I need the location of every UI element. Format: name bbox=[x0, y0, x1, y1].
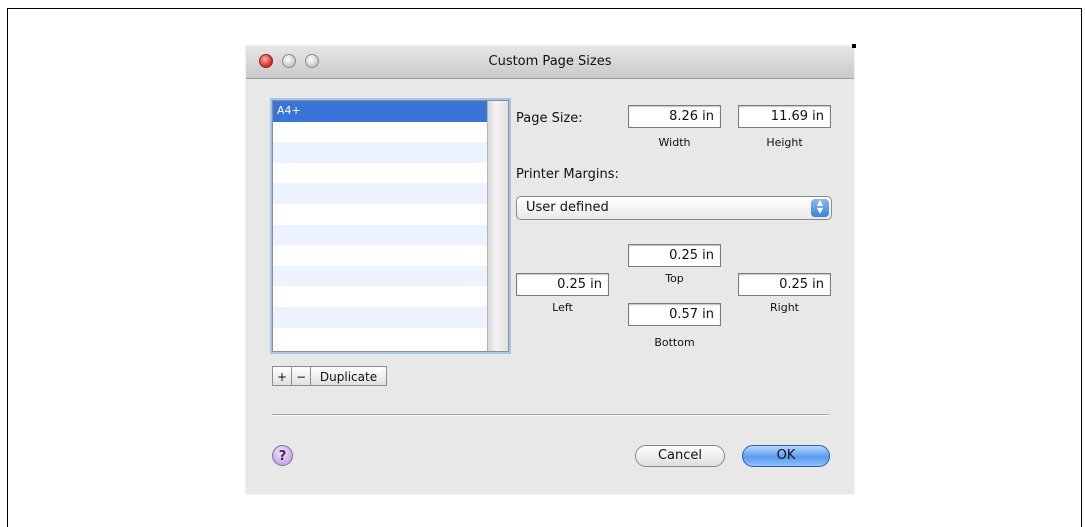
printer-margins-label: Printer Margins: bbox=[516, 167, 619, 182]
footer-divider bbox=[272, 414, 829, 416]
width-label: Width bbox=[658, 136, 691, 149]
list-item[interactable] bbox=[273, 245, 508, 266]
help-button[interactable]: ? bbox=[272, 445, 293, 466]
right-label: Right bbox=[770, 301, 799, 314]
custom-page-sizes-dialog: Custom Page Sizes A4+ + − Duplicate Page… bbox=[246, 44, 856, 494]
list-item[interactable] bbox=[273, 328, 508, 349]
duplicate-button[interactable]: Duplicate bbox=[310, 366, 387, 386]
left-label: Left bbox=[552, 301, 573, 314]
list-item[interactable] bbox=[273, 122, 508, 143]
page-width-field[interactable]: 8.26 in bbox=[628, 105, 721, 128]
bottom-label: Bottom bbox=[654, 336, 695, 349]
list-item[interactable] bbox=[273, 204, 508, 225]
resize-corner-marker bbox=[852, 44, 856, 48]
chevron-up-down-icon: ▲ ▼ bbox=[811, 199, 829, 217]
right-margin-field[interactable]: 0.25 in bbox=[738, 273, 831, 296]
list-item[interactable] bbox=[273, 286, 508, 307]
window-title: Custom Page Sizes bbox=[488, 54, 612, 69]
add-size-button[interactable]: + bbox=[272, 366, 292, 386]
top-label: Top bbox=[665, 272, 684, 285]
list-item[interactable]: A4+ bbox=[273, 101, 508, 122]
remove-size-button[interactable]: − bbox=[291, 366, 311, 386]
title-bar[interactable]: Custom Page Sizes bbox=[246, 44, 856, 79]
printer-margins-popup[interactable]: User defined ▲ ▼ bbox=[516, 196, 832, 220]
list-scrollbar[interactable] bbox=[487, 101, 508, 351]
list-item[interactable] bbox=[273, 183, 508, 204]
list-item[interactable] bbox=[273, 306, 508, 328]
list-item[interactable] bbox=[273, 142, 508, 163]
list-item[interactable] bbox=[273, 163, 508, 184]
page-size-label: Page Size: bbox=[516, 111, 583, 126]
left-margin-field[interactable]: 0.25 in bbox=[516, 273, 609, 296]
top-margin-field[interactable]: 0.25 in bbox=[628, 244, 721, 267]
cancel-button[interactable]: Cancel bbox=[635, 445, 725, 467]
bottom-margin-field[interactable]: 0.57 in bbox=[628, 303, 721, 326]
list-item[interactable] bbox=[273, 265, 508, 287]
ok-button[interactable]: OK bbox=[742, 445, 830, 467]
list-item[interactable] bbox=[273, 224, 508, 246]
page-size-list[interactable]: A4+ bbox=[272, 100, 509, 352]
printer-margins-value: User defined bbox=[526, 200, 609, 215]
height-label: Height bbox=[766, 136, 803, 149]
page-height-field[interactable]: 11.69 in bbox=[738, 105, 831, 128]
